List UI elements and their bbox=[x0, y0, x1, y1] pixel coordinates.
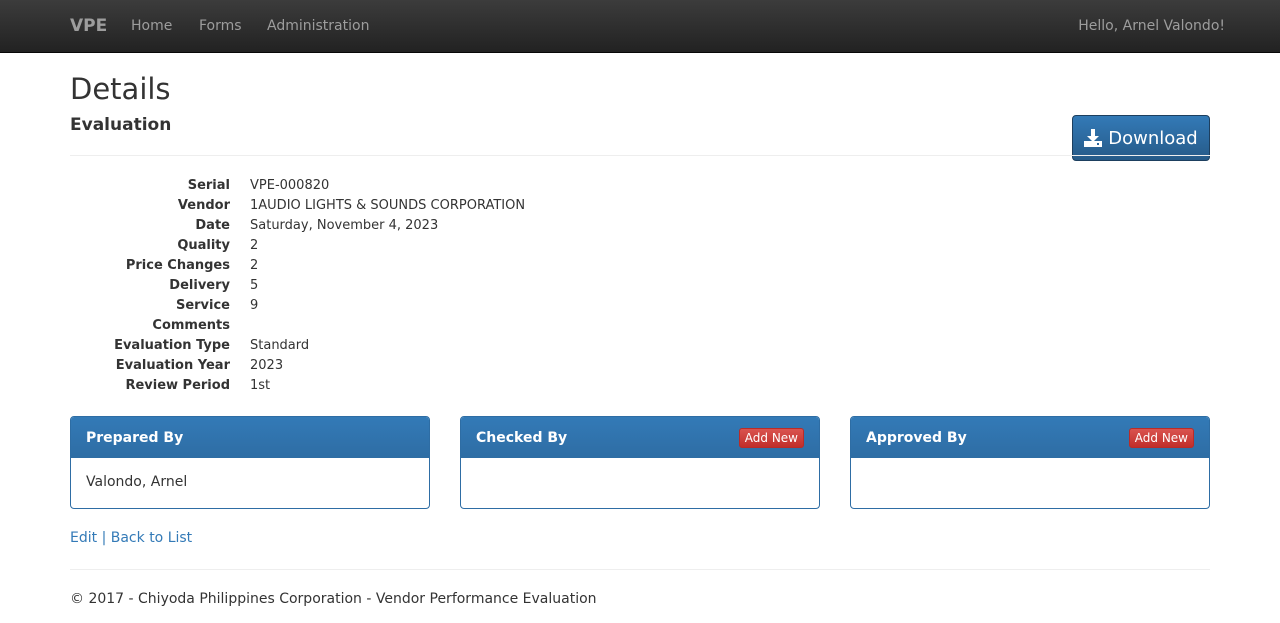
detail-value: Saturday, November 4, 2023 bbox=[250, 218, 439, 233]
detail-label: Serial bbox=[187, 178, 230, 193]
detail-row-vendor: Vendor 1AUDIO LIGHTS & SOUNDS CORPORATIO… bbox=[70, 196, 770, 216]
detail-row-delivery: Delivery 5 bbox=[70, 276, 770, 296]
panel-title: Checked By bbox=[476, 429, 568, 446]
add-approved-by-button[interactable]: Add New bbox=[1128, 427, 1194, 448]
detail-label: Quality bbox=[177, 238, 230, 253]
detail-label: Comments bbox=[152, 318, 230, 333]
checked-by-panel: Checked By Add New bbox=[460, 416, 820, 509]
detail-row-comments: Comments bbox=[70, 316, 770, 336]
nav-home[interactable]: Home bbox=[131, 18, 172, 34]
top-navbar: VPE Home Forms Administration Hello, Arn… bbox=[0, 0, 1280, 53]
panel-title: Approved By bbox=[866, 429, 967, 446]
back-to-list-link[interactable]: Back to List bbox=[111, 530, 192, 546]
detail-row-date: Date Saturday, November 4, 2023 bbox=[70, 216, 770, 236]
panel-heading: Approved By Add New bbox=[851, 417, 1209, 458]
approved-by-panel: Approved By Add New bbox=[850, 416, 1210, 509]
panel-body bbox=[851, 458, 1209, 490]
detail-row-serial: Serial VPE-000820 bbox=[70, 176, 770, 196]
panel-title: Prepared By bbox=[86, 429, 184, 446]
details-list: Serial VPE-000820 Vendor 1AUDIO LIGHTS &… bbox=[70, 176, 770, 396]
nav-administration[interactable]: Administration bbox=[267, 18, 369, 34]
detail-label: Vendor bbox=[177, 198, 230, 213]
detail-label: Delivery bbox=[169, 278, 230, 293]
panel-heading: Prepared By bbox=[71, 417, 429, 458]
add-checked-by-button[interactable]: Add New bbox=[738, 427, 804, 448]
footer-divider bbox=[70, 569, 1210, 570]
page-subtitle: Evaluation bbox=[70, 115, 172, 135]
download-icon bbox=[1084, 129, 1103, 147]
action-links: Edit | Back to List bbox=[70, 530, 192, 546]
detail-label: Date bbox=[195, 218, 230, 233]
detail-row-review-period: Review Period 1st bbox=[70, 376, 770, 396]
detail-label: Evaluation Year bbox=[115, 358, 230, 373]
download-label: Download bbox=[1108, 127, 1198, 149]
user-greeting-link[interactable]: Hello, Arnel Valondo! bbox=[1078, 18, 1225, 34]
panel-body: Valondo, Arnel bbox=[86, 474, 188, 490]
detail-value: 2 bbox=[250, 258, 259, 273]
detail-row-price-changes: Price Changes 2 bbox=[70, 256, 770, 276]
detail-row-evaluation-year: Evaluation Year 2023 bbox=[70, 356, 770, 376]
edit-link[interactable]: Edit bbox=[70, 530, 97, 546]
detail-value: 1st bbox=[250, 378, 271, 393]
detail-row-quality: Quality 2 bbox=[70, 236, 770, 256]
detail-value: 9 bbox=[250, 298, 259, 313]
detail-row-service: Service 9 bbox=[70, 296, 770, 316]
detail-value: 5 bbox=[250, 278, 259, 293]
prepared-by-panel: Prepared By Valondo, Arnel bbox=[70, 416, 430, 509]
detail-label: Review Period bbox=[125, 378, 230, 393]
detail-value: 2023 bbox=[250, 358, 284, 373]
brand-link[interactable]: VPE bbox=[70, 16, 107, 36]
detail-label: Price Changes bbox=[125, 258, 230, 273]
divider bbox=[70, 155, 1210, 156]
page-title: Details bbox=[70, 72, 171, 106]
detail-value: 2 bbox=[250, 238, 259, 253]
detail-row-evaluation-type: Evaluation Type Standard bbox=[70, 336, 770, 356]
nav-forms[interactable]: Forms bbox=[199, 18, 242, 34]
detail-value: 1AUDIO LIGHTS & SOUNDS CORPORATION bbox=[250, 198, 526, 213]
panel-body bbox=[461, 458, 819, 490]
detail-label: Evaluation Type bbox=[114, 338, 230, 353]
link-separator: | bbox=[101, 530, 107, 546]
detail-label: Service bbox=[175, 298, 230, 313]
panel-heading: Checked By Add New bbox=[461, 417, 819, 458]
footer-text: © 2017 - Chiyoda Philippines Corporation… bbox=[70, 591, 597, 607]
detail-value: VPE-000820 bbox=[250, 178, 330, 193]
detail-value: Standard bbox=[250, 338, 310, 353]
